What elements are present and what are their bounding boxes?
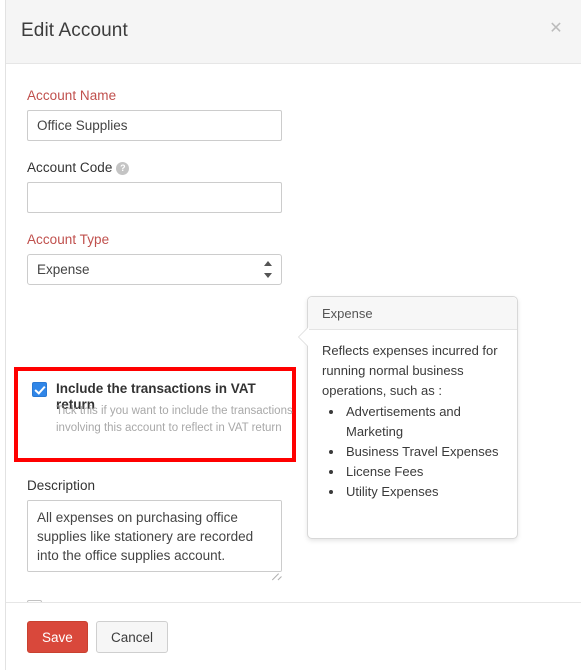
list-item: License Fees — [344, 462, 503, 482]
description-textarea[interactable] — [27, 500, 282, 572]
dialog-footer: Save Cancel — [6, 602, 581, 670]
field-account-name: Account Name — [27, 88, 282, 141]
list-item: Business Travel Expenses — [344, 442, 503, 462]
field-account-type: Account Type Expense — [27, 232, 282, 285]
close-icon[interactable]: ✕ — [547, 20, 565, 38]
dialog-header: Edit Account ✕ — [6, 0, 581, 64]
save-button[interactable]: Save — [27, 621, 88, 653]
account-type-selected-value[interactable]: Expense — [27, 254, 282, 285]
cancel-button[interactable]: Cancel — [96, 621, 169, 653]
account-type-select[interactable]: Expense — [27, 254, 282, 285]
vat-checkbox[interactable] — [32, 382, 47, 397]
description-label: Description — [27, 478, 96, 493]
field-description: Description — [27, 478, 282, 581]
field-account-code: Account Code? — [27, 160, 282, 213]
vat-highlight-annotation: Include the transactions in VAT return T… — [14, 367, 296, 462]
edit-account-dialog: Edit Account ✕ Account Name Account Code… — [5, 0, 581, 670]
popover-description: Reflects expenses incurred for running n… — [322, 343, 498, 398]
dialog-body: Account Name Account Code? Account Type … — [6, 64, 581, 615]
account-type-info-popover: Expense Reflects expenses incurred for r… — [298, 296, 518, 539]
popover-arrow-inner-icon — [299, 327, 309, 347]
popover-example-list: Advertisements and Marketing Business Tr… — [322, 402, 503, 502]
vat-hint-text: Tick this if you want to include the tra… — [56, 405, 293, 434]
account-code-label-text: Account Code — [27, 160, 113, 175]
account-name-label: Account Name — [27, 88, 117, 103]
dialog-title: Edit Account — [21, 20, 128, 41]
help-circle-icon[interactable]: ? — [116, 162, 130, 175]
list-item: Advertisements and Marketing — [344, 402, 503, 442]
account-code-label: Account Code? — [27, 160, 282, 175]
account-name-input[interactable] — [27, 110, 282, 141]
list-item: Utility Expenses — [344, 482, 503, 502]
popover-title: Expense — [308, 297, 517, 330]
account-code-input[interactable] — [27, 182, 282, 213]
popover-body: Reflects expenses incurred for running n… — [308, 330, 517, 502]
account-type-label: Account Type — [27, 232, 110, 247]
